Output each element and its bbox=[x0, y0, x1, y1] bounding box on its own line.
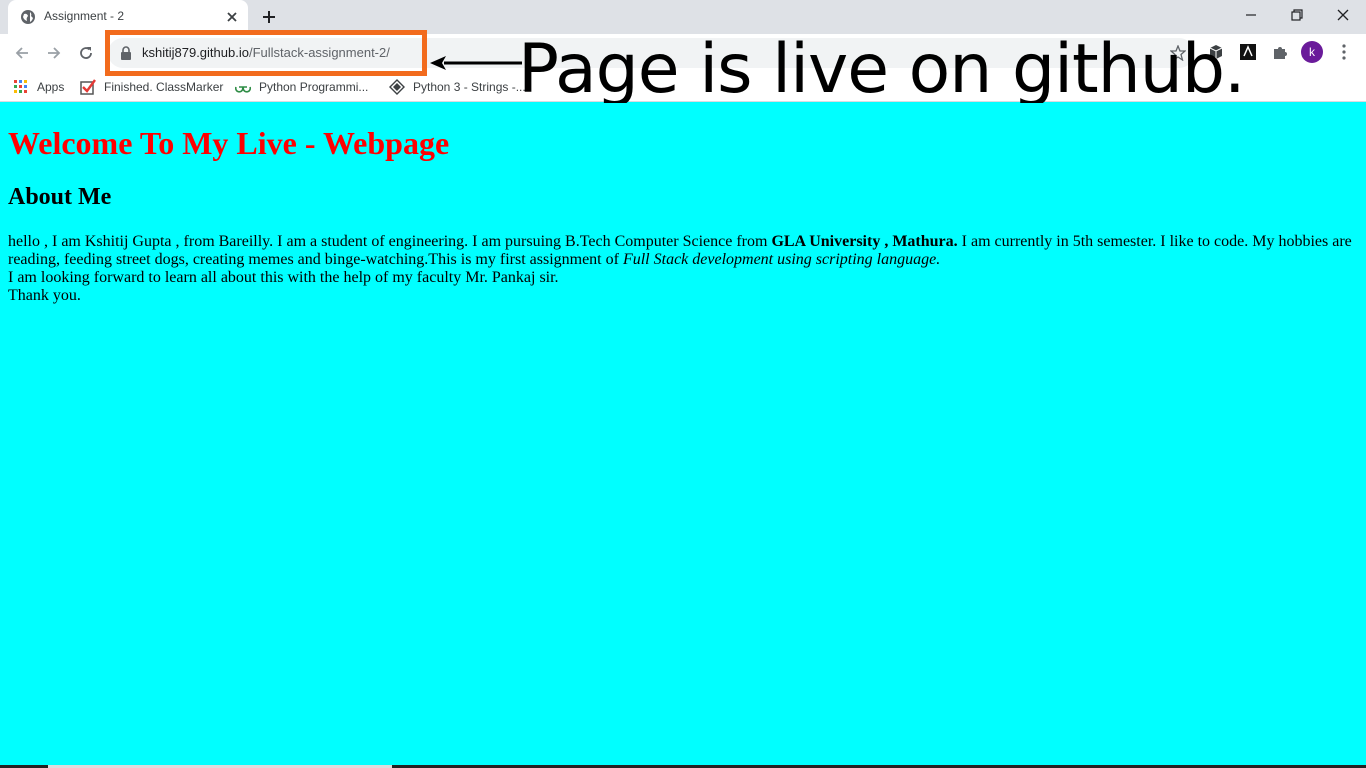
university-name: GLA University , Mathura. bbox=[771, 233, 958, 250]
classmarker-check-icon bbox=[80, 79, 96, 95]
thank-you-line: Thank you. bbox=[8, 287, 81, 304]
minimize-button[interactable] bbox=[1228, 0, 1274, 30]
arrow-left-icon bbox=[430, 56, 522, 70]
reload-button[interactable] bbox=[75, 42, 97, 64]
close-window-button[interactable] bbox=[1320, 0, 1366, 30]
apps-grid-icon bbox=[14, 80, 27, 93]
reload-icon bbox=[80, 47, 92, 59]
extensions-puzzle-icon[interactable] bbox=[1271, 43, 1289, 61]
tab-title: Assignment - 2 bbox=[44, 9, 125, 23]
about-me-heading: About Me bbox=[8, 184, 112, 210]
forward-button[interactable] bbox=[43, 42, 65, 64]
bookmark-label: Apps bbox=[37, 80, 65, 94]
bookmark-classmarker[interactable]: Finished. ClassMarker bbox=[80, 77, 223, 97]
bookmark-label: Finished. ClassMarker bbox=[104, 80, 224, 94]
page-heading: Welcome To My Live - Webpage bbox=[8, 125, 450, 161]
bookmark-python-programming[interactable]: Python Programmi... bbox=[235, 77, 368, 97]
python-diamond-icon bbox=[389, 79, 405, 95]
tab-strip: Assignment - 2 bbox=[0, 0, 1366, 34]
geeksforgeeks-icon bbox=[235, 86, 251, 93]
close-tab-icon[interactable] bbox=[224, 9, 240, 25]
bookmark-python-strings[interactable]: Python 3 - Strings -... bbox=[389, 77, 526, 97]
profile-avatar[interactable]: k bbox=[1301, 41, 1323, 63]
close-icon bbox=[1337, 9, 1349, 21]
arrow-left-icon bbox=[15, 47, 28, 59]
web-page-content: Welcome To My Live - Webpage About Me he… bbox=[0, 103, 1366, 768]
bookmark-label: Python 3 - Strings -... bbox=[413, 80, 526, 94]
restore-icon bbox=[1291, 9, 1303, 21]
about-paragraph: hello , I am Kshitij Gupta , from Bareil… bbox=[8, 233, 1358, 305]
course-name: Full Stack development using scripting l… bbox=[622, 251, 941, 268]
bookmark-apps[interactable]: Apps bbox=[13, 77, 64, 97]
minimize-icon bbox=[1246, 14, 1256, 16]
annotation-text: Page is live on github. bbox=[518, 30, 1246, 109]
arrow-right-icon bbox=[48, 47, 61, 59]
new-tab-icon[interactable] bbox=[260, 8, 278, 26]
browser-tab[interactable]: Assignment - 2 bbox=[8, 0, 248, 34]
paragraph-text: hello , I am Kshitij Gupta , from Bareil… bbox=[8, 233, 772, 250]
globe-icon bbox=[21, 10, 35, 24]
back-button[interactable] bbox=[11, 42, 33, 64]
paragraph-line: I am looking forward to learn all about … bbox=[8, 269, 559, 286]
url-highlight-box bbox=[105, 30, 427, 76]
more-vertical-icon[interactable] bbox=[1336, 43, 1352, 61]
restore-button[interactable] bbox=[1274, 0, 1320, 30]
bookmark-label: Python Programmi... bbox=[259, 80, 369, 94]
